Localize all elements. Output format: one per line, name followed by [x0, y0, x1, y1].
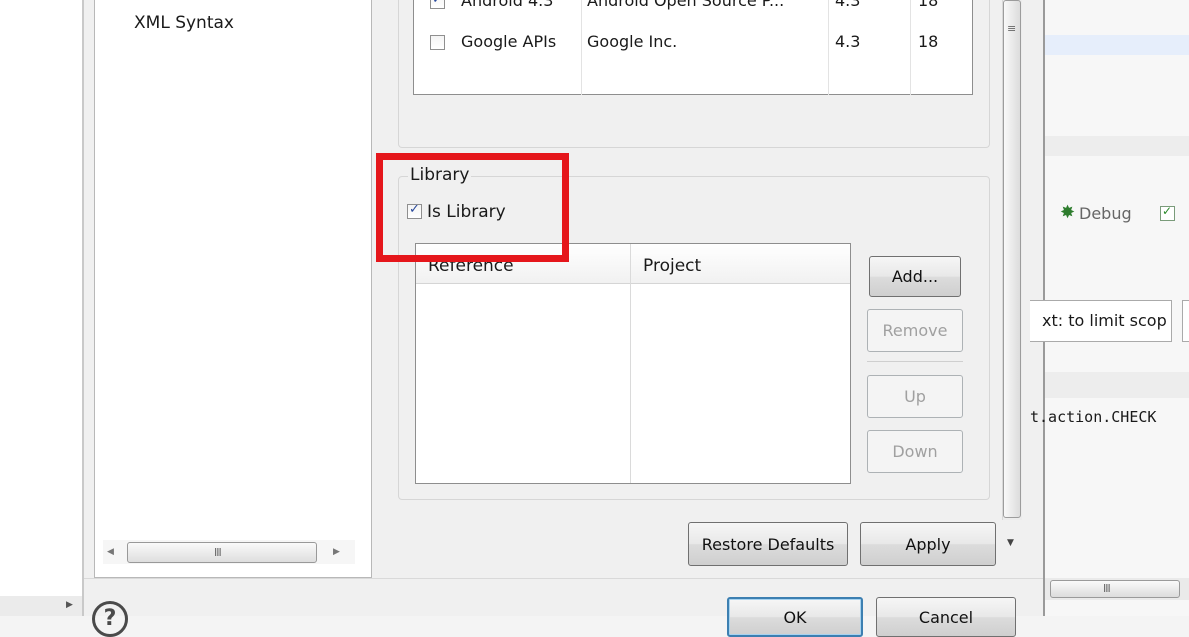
- scroll-left-arrow-icon[interactable]: ◀: [107, 547, 114, 557]
- add-library-button[interactable]: Add...: [869, 256, 961, 297]
- code-line: t.action.CHECK: [1030, 408, 1157, 426]
- help-icon[interactable]: ?: [92, 601, 128, 637]
- target-platform: 4.3: [835, 0, 861, 10]
- column-header-project[interactable]: Project: [643, 244, 701, 288]
- target-api: 18: [918, 32, 939, 51]
- target-name: Android 4.3: [461, 0, 554, 10]
- move-down-button[interactable]: Down: [867, 430, 963, 473]
- remove-library-button[interactable]: Remove: [867, 309, 963, 352]
- scroll-grip-icon: III: [1103, 582, 1111, 595]
- scroll-right-arrow-icon[interactable]: ▶: [333, 547, 340, 557]
- ok-button[interactable]: OK: [727, 597, 863, 637]
- tree-scroll-thumb[interactable]: III: [127, 542, 317, 563]
- editor-scroll-thumb[interactable]: III: [1050, 580, 1180, 598]
- highlight-annotation-box: [376, 153, 569, 262]
- target-api: 18: [918, 0, 939, 10]
- debug-bug-icon[interactable]: ✸: [1060, 202, 1075, 223]
- filter-dropdown[interactable]: [1182, 300, 1189, 342]
- column-divider: [630, 244, 631, 483]
- button-separator: [867, 361, 963, 362]
- move-up-button[interactable]: Up: [867, 375, 963, 418]
- target-platform: 4.3: [835, 32, 861, 51]
- tree-item-xml-syntax[interactable]: XML Syntax: [134, 13, 234, 33]
- target-checkbox[interactable]: [430, 35, 445, 50]
- target-vendor: Android Open Source P...: [587, 0, 785, 10]
- cancel-button[interactable]: Cancel: [876, 597, 1016, 637]
- category-tree: [94, 0, 372, 578]
- filter-input[interactable]: xt: to limit scop: [1030, 300, 1172, 342]
- target-checkbox[interactable]: [430, 0, 445, 9]
- scroll-down-arrow-icon[interactable]: ▼: [1007, 538, 1014, 548]
- table-row[interactable]: Google APIs Google Inc. 4.3 18: [415, 27, 971, 57]
- debug-label[interactable]: Debug: [1079, 204, 1132, 223]
- scroll-grip-icon: III: [214, 546, 222, 559]
- background-highlight-bar: [1045, 35, 1189, 55]
- apply-button[interactable]: Apply: [860, 522, 996, 566]
- target-vendor: Google Inc.: [587, 32, 678, 51]
- background-bar: [1045, 136, 1189, 156]
- checkbox-icon[interactable]: [1160, 204, 1175, 221]
- restore-defaults-button[interactable]: Restore Defaults: [688, 522, 848, 566]
- table-row[interactable]: Android 4.3 Android Open Source P... 4.3…: [415, 0, 971, 16]
- background-bar: [1045, 372, 1189, 398]
- target-name: Google APIs: [461, 32, 557, 51]
- page-scroll-thumb[interactable]: [1003, 0, 1021, 518]
- scroll-right-arrow-icon[interactable]: ▶: [66, 600, 73, 610]
- left-gutter: [0, 0, 82, 616]
- scroll-grip-icon: ≡: [1007, 22, 1017, 35]
